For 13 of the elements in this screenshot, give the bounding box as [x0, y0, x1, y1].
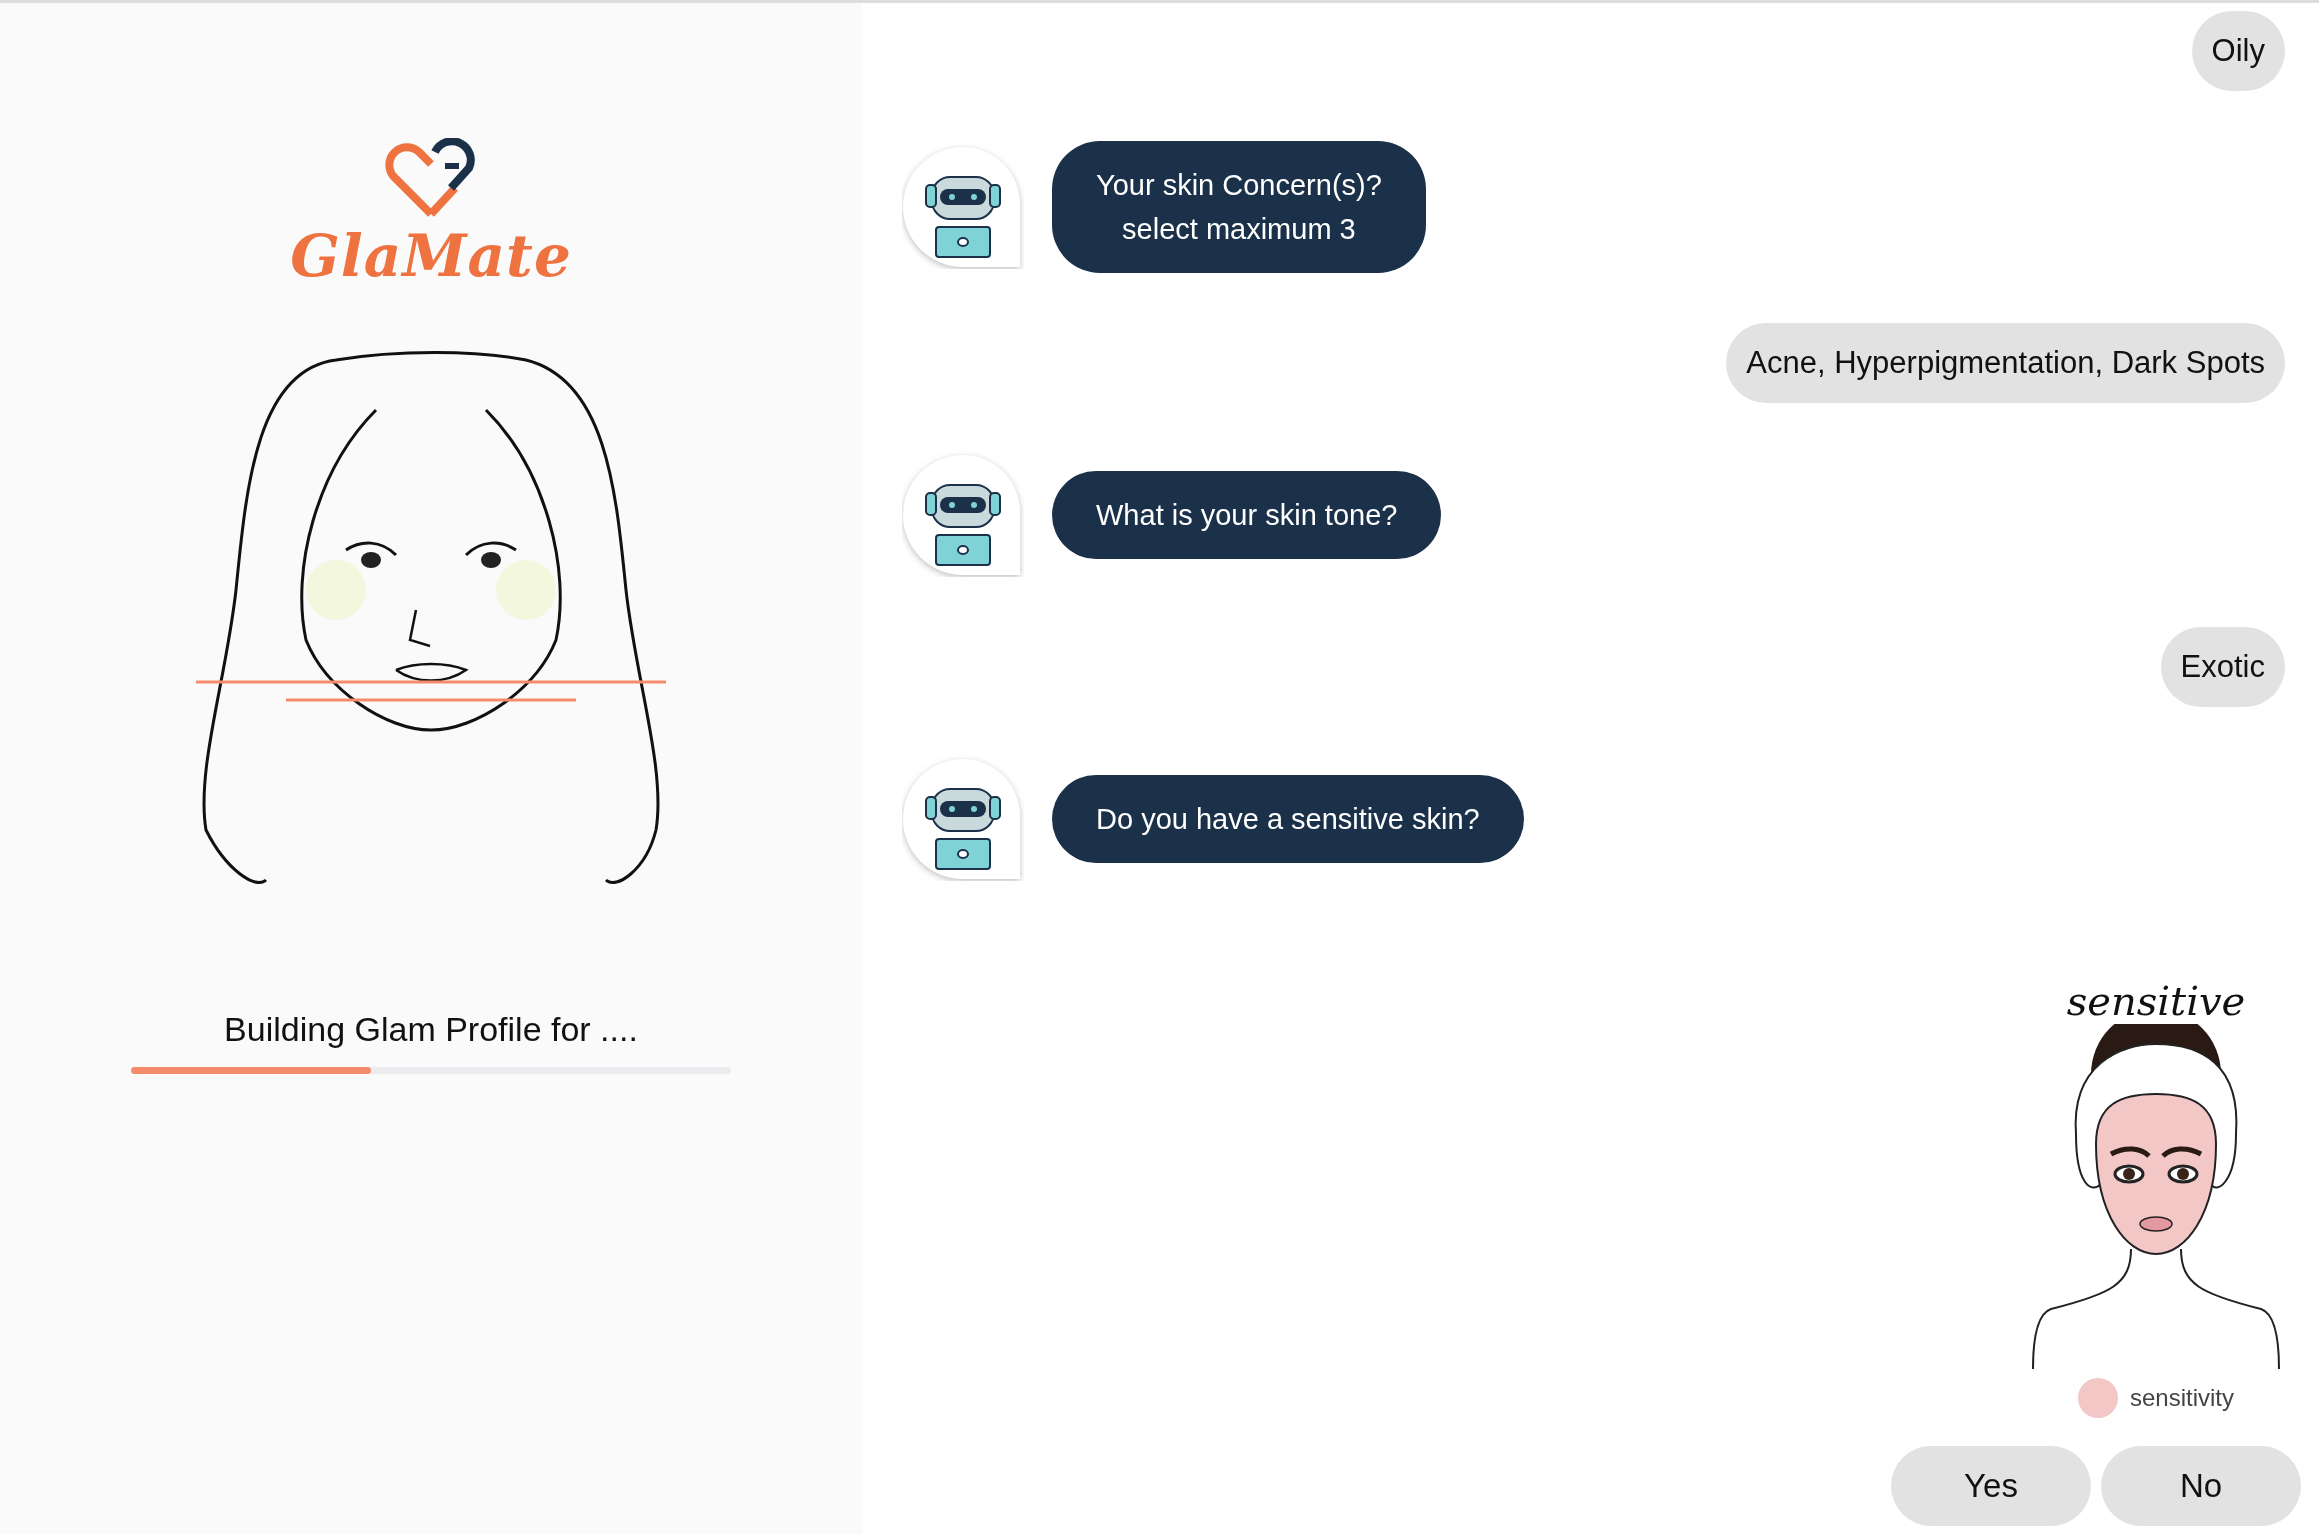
logo-wordmark: GlaMate — [290, 222, 572, 290]
bot-message-bubble: What is your skin tone? — [1052, 471, 1442, 559]
answer-button[interactable]: No — [2101, 1446, 2301, 1526]
legend-label: sensitivity — [2130, 1384, 2234, 1412]
user-reply-bubble: Oily — [2191, 11, 2285, 91]
illustration-title: sensitive — [2066, 978, 2246, 1024]
profile-status-text: Building Glam Profile for .... — [224, 1010, 638, 1049]
answer-button[interactable]: Yes — [1891, 1446, 2091, 1526]
bot-message-bubble: Your skin Concern(s)? select maximum 3 — [1052, 141, 1426, 273]
user-reply-bubble: Exotic — [2160, 627, 2285, 707]
bot-message-bubble: Do you have a sensitive skin? — [1052, 775, 1524, 863]
user-reply-bubble: Acne, Hyperpigmentation, Dark Spots — [1726, 323, 2285, 403]
heart-logo-icon — [385, 138, 477, 218]
